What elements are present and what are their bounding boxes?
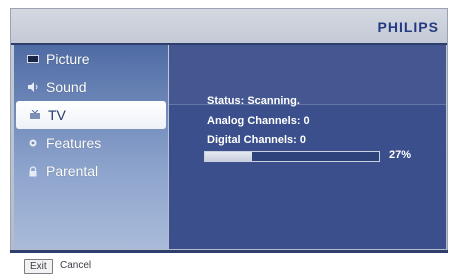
analog-channels-text: Analog Channels: 0	[207, 115, 310, 127]
scan-progress-bar	[204, 151, 380, 162]
menu-item-label: Picture	[46, 51, 90, 67]
tv-icon	[28, 110, 42, 120]
scan-progress-fill	[205, 152, 252, 161]
menu-item-sound[interactable]: Sound	[14, 73, 168, 101]
top-bar: PHILIPS	[11, 9, 447, 45]
exit-button[interactable]: Exit	[24, 259, 53, 274]
menu-item-tv[interactable]: TV	[16, 101, 166, 129]
menu-item-label: Features	[46, 135, 102, 151]
menu-item-parental[interactable]: Parental	[14, 157, 168, 185]
menu-item-features[interactable]: Features	[14, 129, 168, 157]
digital-channels-text: Digital Channels: 0	[207, 134, 307, 146]
bottom-divider	[10, 250, 448, 253]
menu-item-label: TV	[48, 107, 66, 123]
tv-menu-frame: PHILIPS Picture Sound TV Features Parent…	[10, 8, 448, 253]
progress-percent: 27%	[389, 149, 412, 161]
lock-icon	[26, 165, 40, 176]
brand-logo: PHILIPS	[377, 19, 439, 35]
menu-item-picture[interactable]: Picture	[14, 45, 168, 73]
gear-icon	[26, 138, 40, 148]
menu-item-label: Sound	[46, 79, 87, 95]
content-panel: Status: Scanning. Analog Channels: 0 Dig…	[169, 45, 446, 249]
monitor-icon	[26, 54, 40, 64]
menu-item-label: Parental	[46, 163, 99, 179]
cancel-label: Cancel	[60, 260, 92, 271]
speaker-icon	[26, 82, 40, 92]
status-text: Status: Scanning.	[207, 95, 300, 107]
sidebar-menu: Picture Sound TV Features Parental	[14, 45, 168, 249]
